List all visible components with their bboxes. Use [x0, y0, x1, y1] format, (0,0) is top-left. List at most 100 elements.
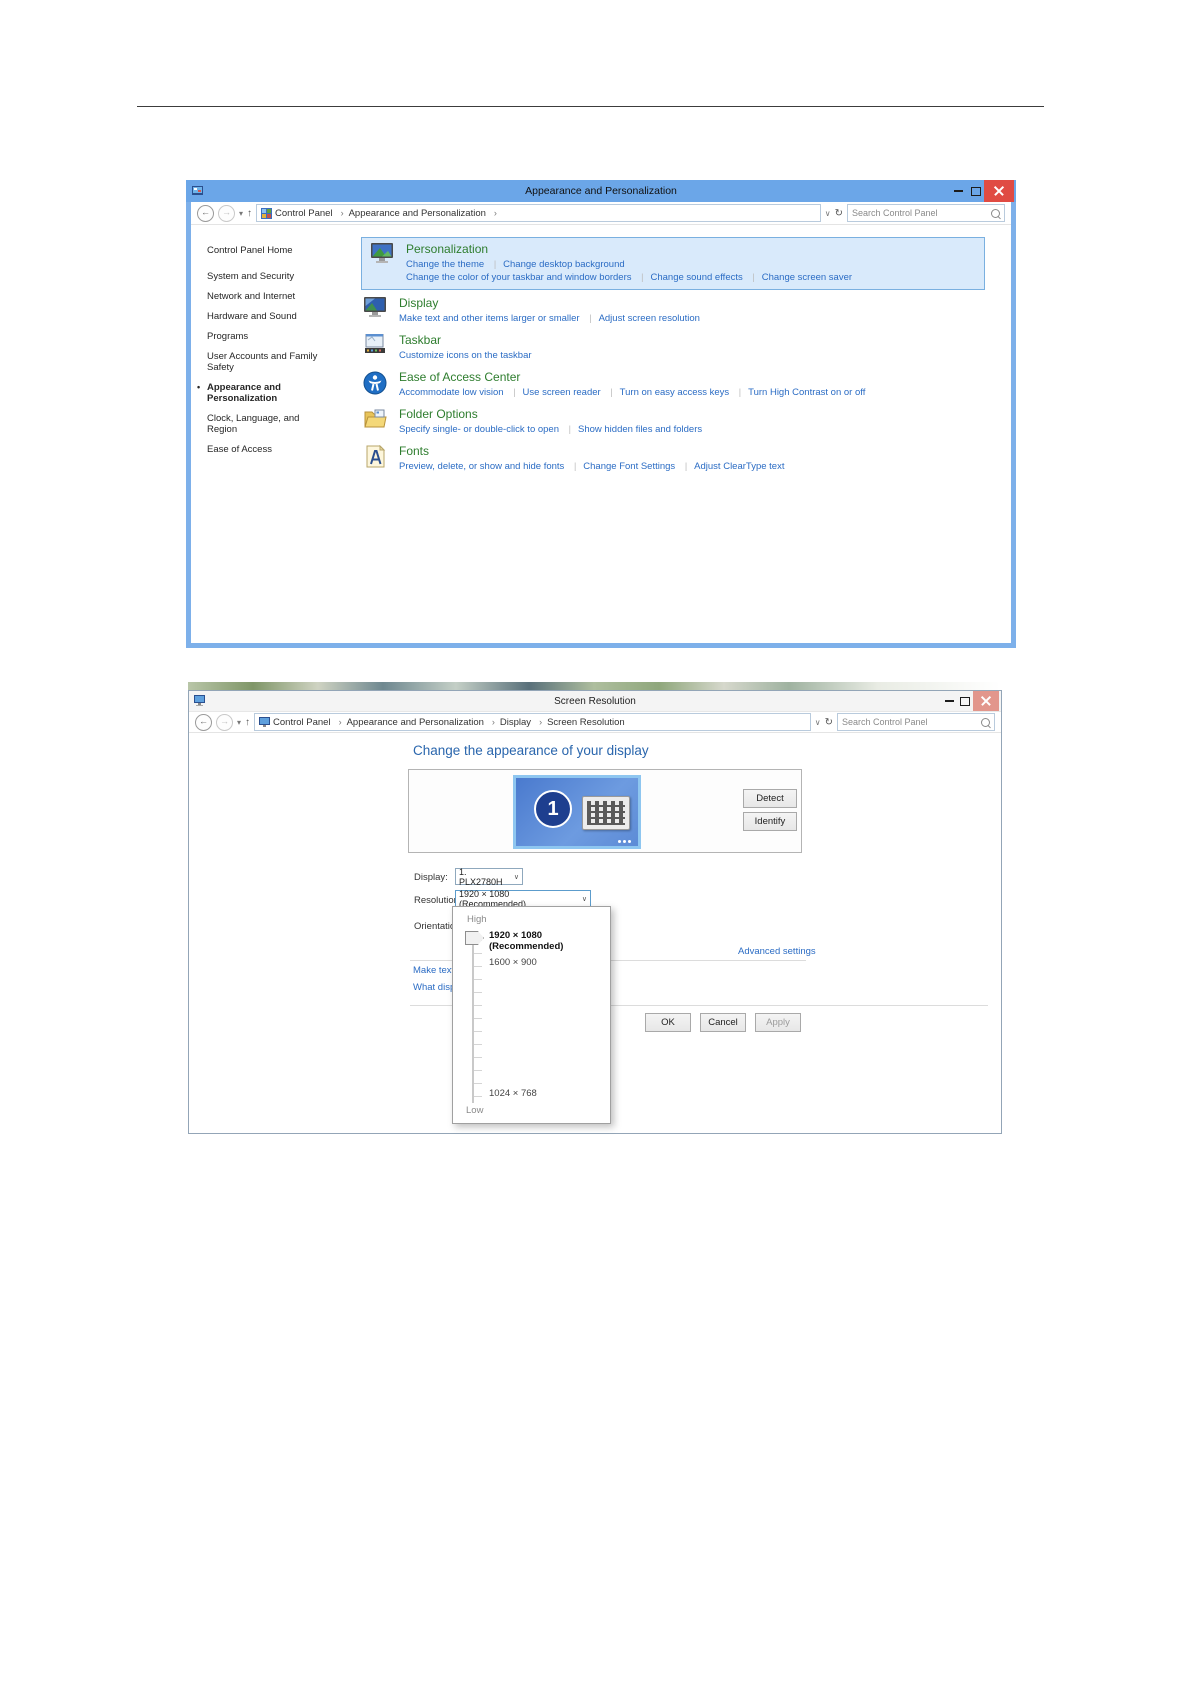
- sidebar-item-control-panel-home[interactable]: Control Panel Home: [207, 245, 319, 256]
- category-title-ease-of-access-center[interactable]: Ease of Access Center: [399, 370, 865, 384]
- address-dropdown-icon[interactable]: ∨: [825, 209, 831, 218]
- apply-button[interactable]: Apply: [755, 1013, 801, 1032]
- window-title: Screen Resolution: [189, 696, 1001, 707]
- screen-resolution-content: Change the appearance of your display 1 …: [189, 733, 1001, 1133]
- personalization-icon[interactable]: [370, 243, 395, 265]
- ease-of-access-icon[interactable]: [363, 371, 388, 395]
- minimize-button[interactable]: [950, 190, 967, 192]
- search-input[interactable]: Search Control Panel: [837, 713, 995, 731]
- sidebar-item-clock-language-region[interactable]: Clock, Language, and Region: [207, 413, 319, 435]
- maximize-button[interactable]: [967, 187, 984, 196]
- slider-low-label: Low: [466, 1105, 483, 1116]
- link-preview-delete-fonts[interactable]: Preview, delete, or show and hide fonts: [399, 461, 564, 472]
- link-customize-taskbar-icons[interactable]: Customize icons on the taskbar: [399, 350, 532, 361]
- sidebar-item-appearance-personalization[interactable]: Appearance and Personalization: [207, 382, 319, 404]
- up-button[interactable]: ↑: [247, 208, 252, 219]
- category-title-fonts[interactable]: Fonts: [399, 444, 784, 458]
- link-make-text-larger-smaller[interactable]: Make text and other items larger or smal…: [399, 313, 580, 324]
- link-change-desktop-background[interactable]: Change desktop background: [487, 259, 625, 270]
- window-appearance-personalization: Appearance and Personalization ← → ▾ ↑: [186, 180, 1016, 648]
- breadcrumb-control-panel[interactable]: Control Panel: [275, 208, 333, 219]
- sidebar-item-system-security[interactable]: System and Security: [207, 271, 319, 282]
- category-display: Display Make text and other items larger…: [363, 296, 985, 325]
- sidebar-item-network-internet[interactable]: Network and Internet: [207, 291, 319, 302]
- category-title-taskbar[interactable]: Taskbar: [399, 333, 532, 347]
- taskbar-icon[interactable]: [363, 334, 388, 356]
- link-change-font-settings[interactable]: Change Font Settings: [567, 461, 675, 472]
- breadcrumb-appearance-personalization[interactable]: Appearance and Personalization: [336, 208, 486, 219]
- display-select-value: 1. PLX2780H: [459, 867, 510, 887]
- address-bar: ← → ▾ ↑ Control Panel Appearance and Per…: [189, 712, 1001, 733]
- sidebar-item-hardware-sound[interactable]: Hardware and Sound: [207, 311, 319, 322]
- ok-button[interactable]: OK: [645, 1013, 691, 1032]
- sidebar-item-programs[interactable]: Programs: [207, 331, 319, 342]
- resolution-select[interactable]: 1920 × 1080 (Recommended) ∨: [455, 890, 591, 907]
- minimize-icon: [954, 190, 963, 192]
- fonts-icon[interactable]: [363, 445, 388, 469]
- close-button[interactable]: [973, 691, 999, 711]
- back-button[interactable]: ←: [195, 714, 212, 731]
- close-button[interactable]: [984, 180, 1014, 202]
- display-select[interactable]: 1. PLX2780H ∨: [455, 868, 523, 885]
- folder-options-icon[interactable]: [363, 408, 388, 430]
- up-button[interactable]: ↑: [245, 717, 250, 728]
- recent-pages-icon[interactable]: ▾: [237, 718, 241, 727]
- back-button[interactable]: ←: [197, 205, 214, 222]
- refresh-icon[interactable]: ↻: [835, 208, 843, 219]
- link-change-color-taskbar-borders[interactable]: Change the color of your taskbar and win…: [406, 272, 632, 283]
- slider-high-label: High: [467, 914, 487, 925]
- identify-button[interactable]: Identify: [743, 812, 797, 831]
- category-title-display[interactable]: Display: [399, 296, 700, 310]
- category-title-personalization[interactable]: Personalization: [406, 242, 852, 256]
- page-header-rule: [137, 106, 1044, 107]
- sidebar-item-ease-of-access[interactable]: Ease of Access: [207, 444, 319, 455]
- breadcrumb-screen-resolution[interactable]: Screen Resolution: [534, 717, 625, 728]
- title-bar: Appearance and Personalization: [186, 180, 1016, 202]
- control-panel-icon: [261, 208, 272, 219]
- sidebar: Control Panel Home System and Security N…: [191, 225, 357, 643]
- forward-button[interactable]: →: [216, 714, 233, 731]
- display-icon[interactable]: [363, 297, 388, 319]
- close-icon: [994, 186, 1004, 196]
- breadcrumb-control-panel[interactable]: Control Panel: [273, 717, 331, 728]
- resolution-option-1600x900[interactable]: 1600 × 900: [489, 957, 537, 968]
- detect-button[interactable]: Detect: [743, 789, 797, 808]
- link-adjust-screen-resolution[interactable]: Adjust screen resolution: [582, 313, 700, 324]
- link-adjust-cleartype[interactable]: Adjust ClearType text: [678, 461, 785, 472]
- breadcrumb: Control Panel Appearance and Personaliza…: [254, 713, 811, 731]
- category-ease-of-access: Ease of Access Center Accommodate low vi…: [363, 370, 985, 399]
- link-show-hidden-files[interactable]: Show hidden files and folders: [562, 424, 702, 435]
- manual-page: Appearance and Personalization ← → ▾ ↑: [0, 0, 1191, 1684]
- forward-button[interactable]: →: [218, 205, 235, 222]
- resolution-option-1024x768[interactable]: 1024 × 768: [489, 1088, 537, 1099]
- refresh-icon[interactable]: ↻: [825, 717, 833, 728]
- link-turn-high-contrast[interactable]: Turn High Contrast on or off: [732, 387, 866, 398]
- link-single-double-click[interactable]: Specify single- or double-click to open: [399, 424, 559, 435]
- monitor-preview[interactable]: 1: [513, 775, 641, 849]
- breadcrumb-appearance-personalization[interactable]: Appearance and Personalization: [334, 717, 484, 728]
- maximize-button[interactable]: [957, 697, 973, 706]
- category-folder-options: Folder Options Specify single- or double…: [363, 407, 985, 436]
- link-use-screen-reader[interactable]: Use screen reader: [506, 387, 601, 398]
- sidebar-item-user-accounts[interactable]: User Accounts and Family Safety: [207, 351, 319, 373]
- link-change-the-theme[interactable]: Change the theme: [406, 259, 484, 270]
- breadcrumb-display[interactable]: Display: [487, 717, 531, 728]
- recent-pages-icon[interactable]: ▾: [239, 209, 243, 218]
- display-small-icon: [259, 717, 270, 728]
- link-change-screen-saver[interactable]: Change screen saver: [745, 272, 852, 283]
- link-turn-on-easy-access-keys[interactable]: Turn on easy access keys: [603, 387, 729, 398]
- link-accommodate-low-vision[interactable]: Accommodate low vision: [399, 387, 504, 398]
- minimize-button[interactable]: [941, 700, 957, 702]
- address-dropdown-icon[interactable]: ∨: [815, 718, 821, 727]
- category-title-folder-options[interactable]: Folder Options: [399, 407, 702, 421]
- resolution-option-selected[interactable]: 1920 × 1080 (Recommended): [489, 930, 610, 952]
- advanced-settings-link[interactable]: Advanced settings: [738, 946, 816, 957]
- window-icon: [194, 695, 205, 706]
- link-change-sound-effects[interactable]: Change sound effects: [634, 272, 743, 283]
- search-placeholder: Search Control Panel: [842, 717, 981, 727]
- cancel-button[interactable]: Cancel: [700, 1013, 746, 1032]
- minimize-icon: [945, 700, 954, 702]
- search-input[interactable]: Search Control Panel: [847, 204, 1005, 222]
- resolution-dropdown-panel: High 1920 × 1080 (Recommended) 1600 × 90…: [452, 906, 611, 1124]
- window-screen-resolution: Screen Resolution ← → ▾ ↑ Control Panel …: [188, 690, 1002, 1134]
